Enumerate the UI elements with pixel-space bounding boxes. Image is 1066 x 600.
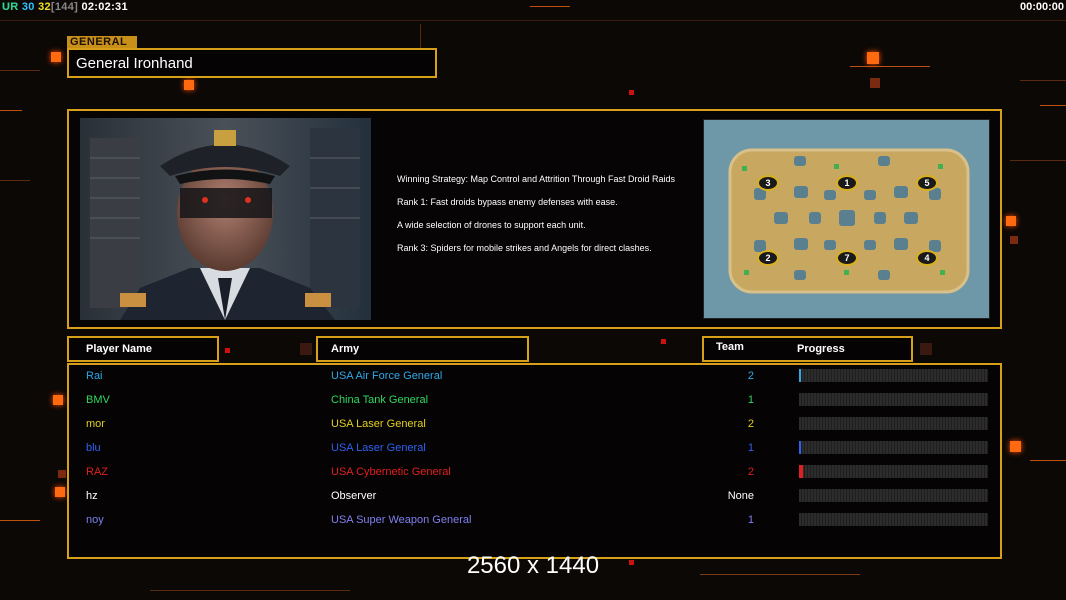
- header-army-label: Army: [331, 343, 360, 355]
- general-name: General Ironhand: [67, 48, 437, 78]
- minimap-image: 3 1 5 2 7 4: [704, 120, 989, 318]
- player-progress-bar: [799, 417, 988, 430]
- player-army: Observer: [331, 490, 377, 502]
- player-progress-fill: [799, 465, 803, 478]
- start-position-label: 2: [765, 253, 770, 263]
- player-row[interactable]: RAZ USA Cybernetic General 2: [69, 462, 1000, 486]
- player-army: China Tank General: [331, 394, 429, 406]
- header-team-label: Team: [716, 341, 744, 353]
- start-position-label: 7: [844, 253, 849, 263]
- portrait-image: [80, 118, 371, 320]
- start-position-label: 1: [844, 178, 849, 188]
- general-portrait: [80, 118, 371, 320]
- player-army: USA Super Weapon General: [331, 514, 472, 526]
- hud-bracket: [144]: [50, 1, 79, 13]
- general-tag: GENERAL: [67, 36, 137, 48]
- strategy-line-4: Rank 3: Spiders for mobile strikes and A…: [397, 243, 652, 253]
- header-army[interactable]: Army: [316, 336, 529, 362]
- player-team: 2: [747, 370, 754, 382]
- minimap: 3 1 5 2 7 4: [703, 119, 990, 319]
- player-progress-fill: [799, 369, 801, 382]
- start-position-label: 3: [765, 178, 770, 188]
- player-army: USA Cybernetic General: [331, 466, 451, 478]
- hud-value-a: 30: [21, 1, 35, 13]
- strategy-line-2: Rank 1: Fast droids bypass enemy defense…: [397, 197, 618, 207]
- hud-right-time: 00:00:00: [1019, 1, 1064, 13]
- header-progress-label: Progress: [797, 343, 845, 355]
- player-name: Rai: [86, 370, 103, 382]
- strategy-line-3: A wide selection of drones to support ea…: [397, 220, 586, 230]
- strategy-text: Winning Strategy: Map Control and Attrit…: [397, 174, 697, 266]
- player-row[interactable]: blu USA Laser General 1: [69, 438, 1000, 462]
- player-row[interactable]: mor USA Laser General 2: [69, 414, 1000, 438]
- player-team: 1: [747, 514, 754, 526]
- player-team: 1: [747, 442, 754, 454]
- player-army: USA Air Force General: [331, 370, 443, 382]
- player-team: 2: [747, 418, 754, 430]
- player-progress-bar: [799, 393, 988, 406]
- hud-game-time: 02:02:31: [81, 1, 128, 13]
- player-progress-bar: [799, 489, 988, 502]
- player-row[interactable]: Rai USA Air Force General 2: [69, 366, 1000, 390]
- player-team: 1: [747, 394, 754, 406]
- hud-stats: UR 30 32[144] 02:02:31: [2, 1, 128, 13]
- player-progress-bar: [799, 441, 988, 454]
- player-name: BMV: [86, 394, 110, 406]
- player-army: USA Laser General: [331, 418, 426, 430]
- player-row[interactable]: BMV China Tank General 1: [69, 390, 1000, 414]
- player-progress-bar: [799, 513, 988, 526]
- player-row[interactable]: noy USA Super Weapon General 1: [69, 510, 1000, 534]
- player-name: noy: [86, 514, 104, 526]
- player-name: blu: [86, 442, 101, 454]
- header-player-name-label: Player Name: [86, 343, 153, 355]
- hud-value-b: 32: [38, 1, 51, 13]
- header-team-progress[interactable]: Team Progress: [702, 336, 913, 362]
- header-player-name[interactable]: Player Name: [67, 336, 219, 362]
- player-team: 2: [747, 466, 754, 478]
- start-position-label: 4: [924, 253, 929, 263]
- player-progress-bar: [799, 465, 988, 478]
- player-name: mor: [86, 418, 105, 430]
- player-name: RAZ: [86, 466, 108, 478]
- player-progress-fill: [799, 441, 801, 454]
- strategy-line-1: Winning Strategy: Map Control and Attrit…: [397, 174, 675, 184]
- hud-label: UR: [2, 1, 19, 13]
- player-row[interactable]: hz Observer None: [69, 486, 1000, 510]
- players-panel: Rai USA Air Force General 2 BMV China Tank G…: [67, 363, 1002, 559]
- player-progress-bar: [799, 369, 988, 382]
- start-position-label: 5: [924, 178, 929, 188]
- player-army: USA Laser General: [331, 442, 426, 454]
- player-name: hz: [86, 490, 98, 502]
- resolution-label: 2560 x 1440: [466, 552, 600, 579]
- player-team: None: [727, 490, 754, 502]
